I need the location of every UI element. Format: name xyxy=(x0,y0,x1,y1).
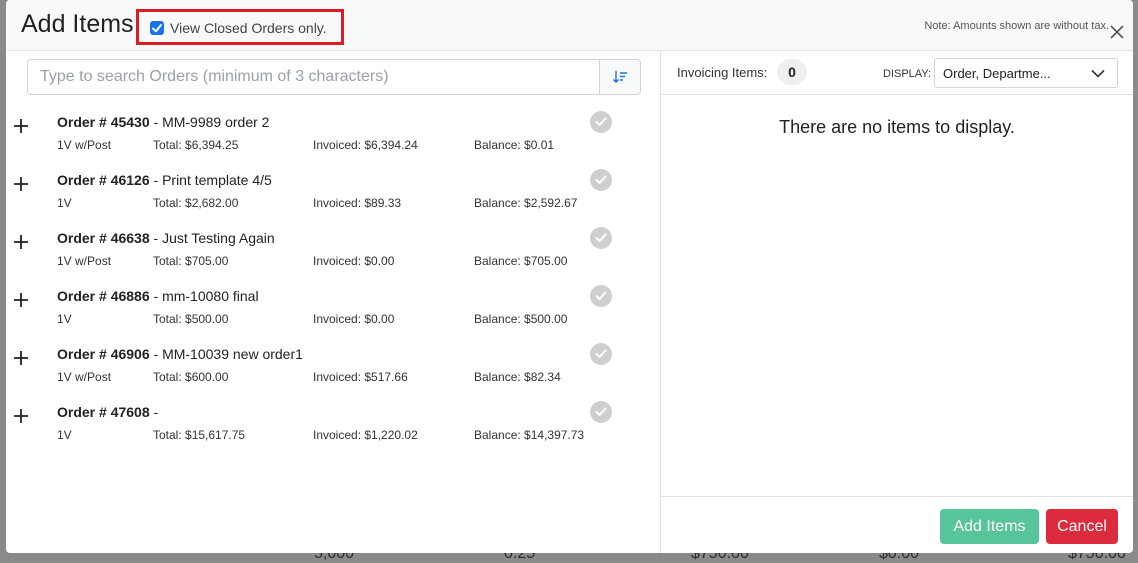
order-name: - MM-9989 order 2 xyxy=(149,114,270,130)
order-name: - MM-10039 new order1 xyxy=(149,346,303,362)
plus-icon[interactable] xyxy=(13,176,29,192)
modal-title: Add Items xyxy=(21,10,134,38)
sort-icon xyxy=(613,71,627,83)
check-circle-icon[interactable] xyxy=(590,169,612,191)
order-number: Order # 46126 xyxy=(57,172,150,188)
order-number: Order # 46638 xyxy=(57,230,150,246)
order-invoiced: Invoiced: $1,220.02 xyxy=(313,428,418,442)
order-row: Order # 46906 - MM-10039 new order1 1V w… xyxy=(6,341,660,399)
order-invoiced: Invoiced: $517.66 xyxy=(313,370,408,384)
check-circle-icon[interactable] xyxy=(590,227,612,249)
invoicing-pane: Invoicing Items: 0 DISPLAY: Order, Depar… xyxy=(661,51,1133,553)
plus-icon[interactable] xyxy=(13,118,29,134)
order-title[interactable]: Order # 46126 - Print template 4/5 xyxy=(57,172,272,188)
add-items-modal: Add Items View Closed Orders only. Note:… xyxy=(6,0,1133,553)
order-balance: Balance: $0.01 xyxy=(474,138,555,152)
modal-footer: Add Items Cancel xyxy=(661,496,1133,553)
invoicing-items-label: Invoicing Items: xyxy=(677,65,768,80)
order-invoiced: Invoiced: $0.00 xyxy=(313,254,395,268)
add-items-button[interactable]: Add Items xyxy=(940,509,1039,544)
order-title[interactable]: Order # 46906 - MM-10039 new order1 xyxy=(57,346,303,362)
closed-orders-checkbox[interactable] xyxy=(150,21,164,35)
order-name: - xyxy=(149,404,159,420)
close-icon[interactable] xyxy=(1109,24,1125,40)
tax-note: Note: Amounts shown are without tax. xyxy=(924,20,1109,32)
modal-header: Add Items View Closed Orders only. Note:… xyxy=(6,0,1133,51)
orders-pane: Order # 45430 - MM-9989 order 2 1V w/Pos… xyxy=(6,51,661,553)
closed-orders-label: View Closed Orders only. xyxy=(170,20,327,36)
order-number: Order # 46906 xyxy=(57,346,150,362)
order-invoiced: Invoiced: $6,394.24 xyxy=(313,138,418,152)
search-box xyxy=(27,59,641,95)
order-number: Order # 46886 xyxy=(57,288,150,304)
invoicing-count-badge: 0 xyxy=(777,59,807,85)
plus-icon[interactable] xyxy=(13,408,29,424)
display-select[interactable]: Order, Departme... xyxy=(934,58,1118,88)
plus-icon[interactable] xyxy=(13,350,29,366)
divider xyxy=(661,94,1133,95)
view-closed-orders-toggle[interactable]: View Closed Orders only. xyxy=(136,9,344,45)
order-type: 1V xyxy=(57,428,72,442)
order-type: 1V xyxy=(57,312,72,326)
order-title[interactable]: Order # 47608 - xyxy=(57,404,158,420)
order-name: - mm-10080 final xyxy=(149,288,259,304)
order-total: Total: $2,682.00 xyxy=(153,196,239,210)
order-total: Total: $500.00 xyxy=(153,312,229,326)
order-balance: Balance: $14,397.73 xyxy=(474,428,585,442)
order-list: Order # 45430 - MM-9989 order 2 1V w/Pos… xyxy=(6,109,660,457)
order-total: Total: $600.00 xyxy=(153,370,229,384)
order-type: 1V w/Post xyxy=(57,138,112,152)
order-row: Order # 47608 - 1V Total: $15,617.75 Inv… xyxy=(6,399,660,457)
order-row: Order # 45430 - MM-9989 order 2 1V w/Pos… xyxy=(6,109,660,167)
order-title[interactable]: Order # 45430 - MM-9989 order 2 xyxy=(57,114,269,130)
display-select-value: Order, Departme... xyxy=(943,66,1051,81)
order-balance: Balance: $705.00 xyxy=(474,254,568,268)
order-number: Order # 47608 xyxy=(57,404,150,420)
order-total: Total: $6,394.25 xyxy=(153,138,239,152)
order-total: Total: $15,617.75 xyxy=(153,428,246,442)
order-title[interactable]: Order # 46886 - mm-10080 final xyxy=(57,288,259,304)
order-row: Order # 46638 - Just Testing Again 1V w/… xyxy=(6,225,660,283)
check-circle-icon[interactable] xyxy=(590,285,612,307)
order-balance: Balance: $82.34 xyxy=(474,370,561,384)
order-balance: Balance: $500.00 xyxy=(474,312,568,326)
order-type: 1V xyxy=(57,196,72,210)
order-title[interactable]: Order # 46638 - Just Testing Again xyxy=(57,230,275,246)
cancel-button[interactable]: Cancel xyxy=(1046,509,1118,544)
order-name: - Just Testing Again xyxy=(149,230,275,246)
order-invoiced: Invoiced: $0.00 xyxy=(313,312,395,326)
order-number: Order # 45430 xyxy=(57,114,150,130)
order-type: 1V w/Post xyxy=(57,370,112,384)
check-circle-icon[interactable] xyxy=(590,401,612,423)
plus-icon[interactable] xyxy=(13,234,29,250)
sort-button[interactable] xyxy=(599,60,640,94)
check-circle-icon[interactable] xyxy=(590,343,612,365)
order-row: Order # 46126 - Print template 4/5 1V To… xyxy=(6,167,660,225)
order-total: Total: $705.00 xyxy=(153,254,229,268)
plus-icon[interactable] xyxy=(13,292,29,308)
empty-message: There are no items to display. xyxy=(779,117,1015,137)
order-invoiced: Invoiced: $89.33 xyxy=(313,196,402,210)
chevron-down-icon xyxy=(1091,69,1105,78)
order-row: Order # 46886 - mm-10080 final 1V Total:… xyxy=(6,283,660,341)
order-name: - Print template 4/5 xyxy=(149,172,272,188)
order-balance: Balance: $2,592.67 xyxy=(474,196,578,210)
checkmark-icon xyxy=(152,24,162,33)
display-label: DISPLAY: xyxy=(883,68,932,80)
order-type: 1V w/Post xyxy=(57,254,112,268)
check-circle-icon[interactable] xyxy=(590,111,612,133)
search-input[interactable] xyxy=(28,60,601,94)
